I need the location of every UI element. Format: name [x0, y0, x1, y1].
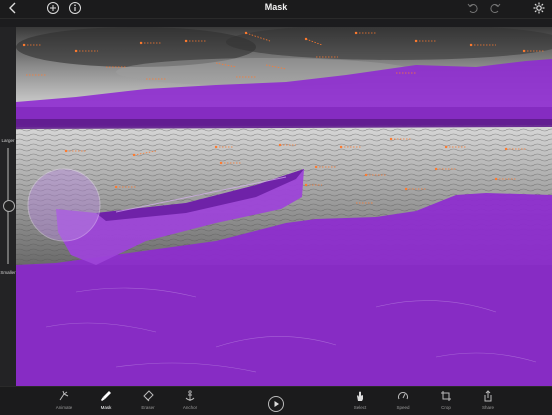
share-tool-button[interactable]: Share — [473, 390, 503, 410]
crop-tool-button[interactable]: Crop — [431, 390, 461, 410]
motion-arrows-layer — [22, 31, 544, 204]
share-icon — [484, 390, 492, 402]
eraser-icon — [143, 390, 154, 402]
select-label: Select — [353, 405, 367, 410]
share-label: Share — [481, 405, 494, 410]
hand-icon — [357, 391, 363, 401]
mask-tool-button[interactable]: Mask — [91, 390, 121, 410]
mask-label: Mask — [100, 405, 112, 410]
play-button[interactable] — [268, 396, 284, 412]
animate-icon — [59, 390, 69, 401]
crop-icon — [441, 391, 451, 401]
eraser-label: Eraser — [141, 405, 155, 410]
redo-icon[interactable] — [488, 1, 502, 15]
speed-tool-button[interactable]: Speed — [388, 390, 418, 410]
anchor-label: Anchor — [182, 405, 198, 410]
eraser-tool-button[interactable]: Eraser — [133, 390, 163, 410]
speedometer-icon — [398, 392, 408, 400]
animate-tool-button[interactable]: Animate — [49, 390, 79, 410]
crop-label: Crop — [441, 405, 451, 410]
settings-gear-icon[interactable] — [532, 1, 546, 15]
bottom-toolbar: Animate Mask Eraser Anchor Select Speed … — [0, 386, 552, 415]
smaller-label: Smaller — [0, 270, 16, 275]
larger-label: Larger — [1, 138, 15, 143]
animate-label: Animate — [55, 405, 73, 410]
top-bar: Mask — [0, 0, 552, 19]
speed-label: Speed — [396, 405, 410, 410]
anchor-icon — [185, 390, 195, 401]
photo-canvas[interactable] — [16, 27, 552, 386]
mask-brush-icon — [101, 391, 111, 401]
anchor-tool-button[interactable]: Anchor — [175, 390, 205, 410]
play-icon — [274, 401, 279, 407]
undo-icon[interactable] — [466, 1, 480, 15]
select-tool-button[interactable]: Select — [345, 390, 375, 410]
brush-size-slider-knob[interactable] — [3, 200, 15, 212]
